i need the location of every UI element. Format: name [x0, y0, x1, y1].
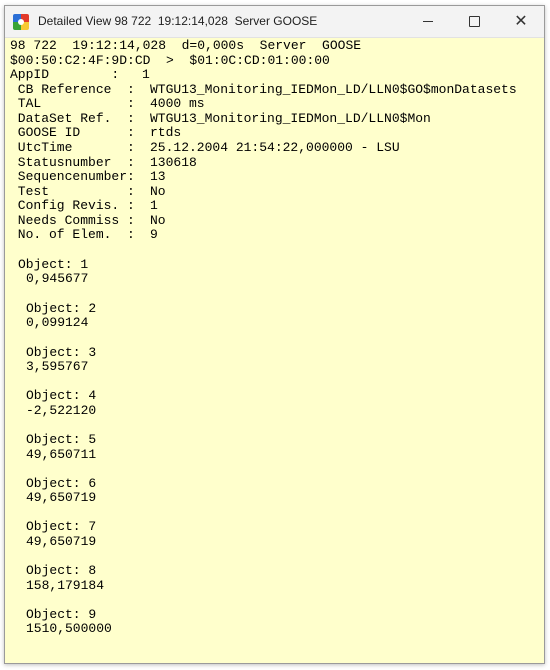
field-label: AppID : — [10, 67, 120, 82]
object-value: 1510,500000 — [26, 621, 112, 636]
object-value: -2,522120 — [26, 403, 97, 418]
field-value: 25.12.2004 21:54:22,000000 - LSU — [150, 140, 400, 155]
object-value: 49,650719 — [26, 490, 97, 505]
window-title: Detailed View 98 722 19:12:14,028 Server… — [38, 14, 318, 28]
header-line-1: 98 722 19:12:14,028 d=0,000s Server GOOS… — [10, 38, 362, 53]
close-icon: ✕ — [514, 12, 528, 30]
field-value: WTGU13_Monitoring_IEDMon_LD/LLN0$Mon — [150, 111, 431, 126]
field-value: 4000 ms — [150, 96, 205, 111]
field-label: UtcTime : — [10, 140, 135, 155]
object-label: Object: 4 — [26, 388, 97, 403]
object-value: 158,179184 — [26, 578, 105, 593]
title-bar[interactable]: Detailed View 98 722 19:12:14,028 Server… — [5, 6, 544, 38]
field-label: Sequencenumber: — [10, 169, 135, 184]
field-value: 1 — [142, 67, 150, 82]
object-value: 49,650719 — [26, 534, 97, 549]
detailed-view-window: Detailed View 98 722 19:12:14,028 Server… — [4, 5, 545, 664]
field-value: rtds — [150, 125, 182, 140]
minimize-icon — [423, 21, 433, 22]
app-icon — [13, 14, 29, 30]
field-label: GOOSE ID : — [10, 125, 135, 140]
object-value: 3,595767 — [26, 359, 89, 374]
field-label: No. of Elem. : — [10, 227, 135, 242]
field-value: WTGU13_Monitoring_IEDMon_LD/LLN0$GO$monD… — [150, 82, 517, 97]
field-label: Config Revis. : — [10, 198, 135, 213]
maximize-button[interactable] — [451, 6, 497, 37]
field-value: 1 — [150, 198, 158, 213]
object-label: Object: 8 — [26, 563, 97, 578]
object-label: Object: 7 — [26, 519, 97, 534]
minimize-button[interactable] — [405, 6, 451, 37]
object-label: Object: 5 — [26, 432, 97, 447]
object-value: 0,099124 — [26, 315, 89, 330]
field-label: TAL : — [10, 96, 135, 111]
object-value: 49,650711 — [26, 447, 97, 462]
maximize-icon — [468, 16, 480, 27]
field-value: 13 — [150, 169, 166, 184]
close-button[interactable]: ✕ — [498, 6, 544, 37]
detail-content: 98 722 19:12:14,028 d=0,000s Server GOOS… — [5, 37, 544, 663]
field-value: 9 — [150, 227, 158, 242]
object-value: 0,945677 — [26, 271, 89, 286]
